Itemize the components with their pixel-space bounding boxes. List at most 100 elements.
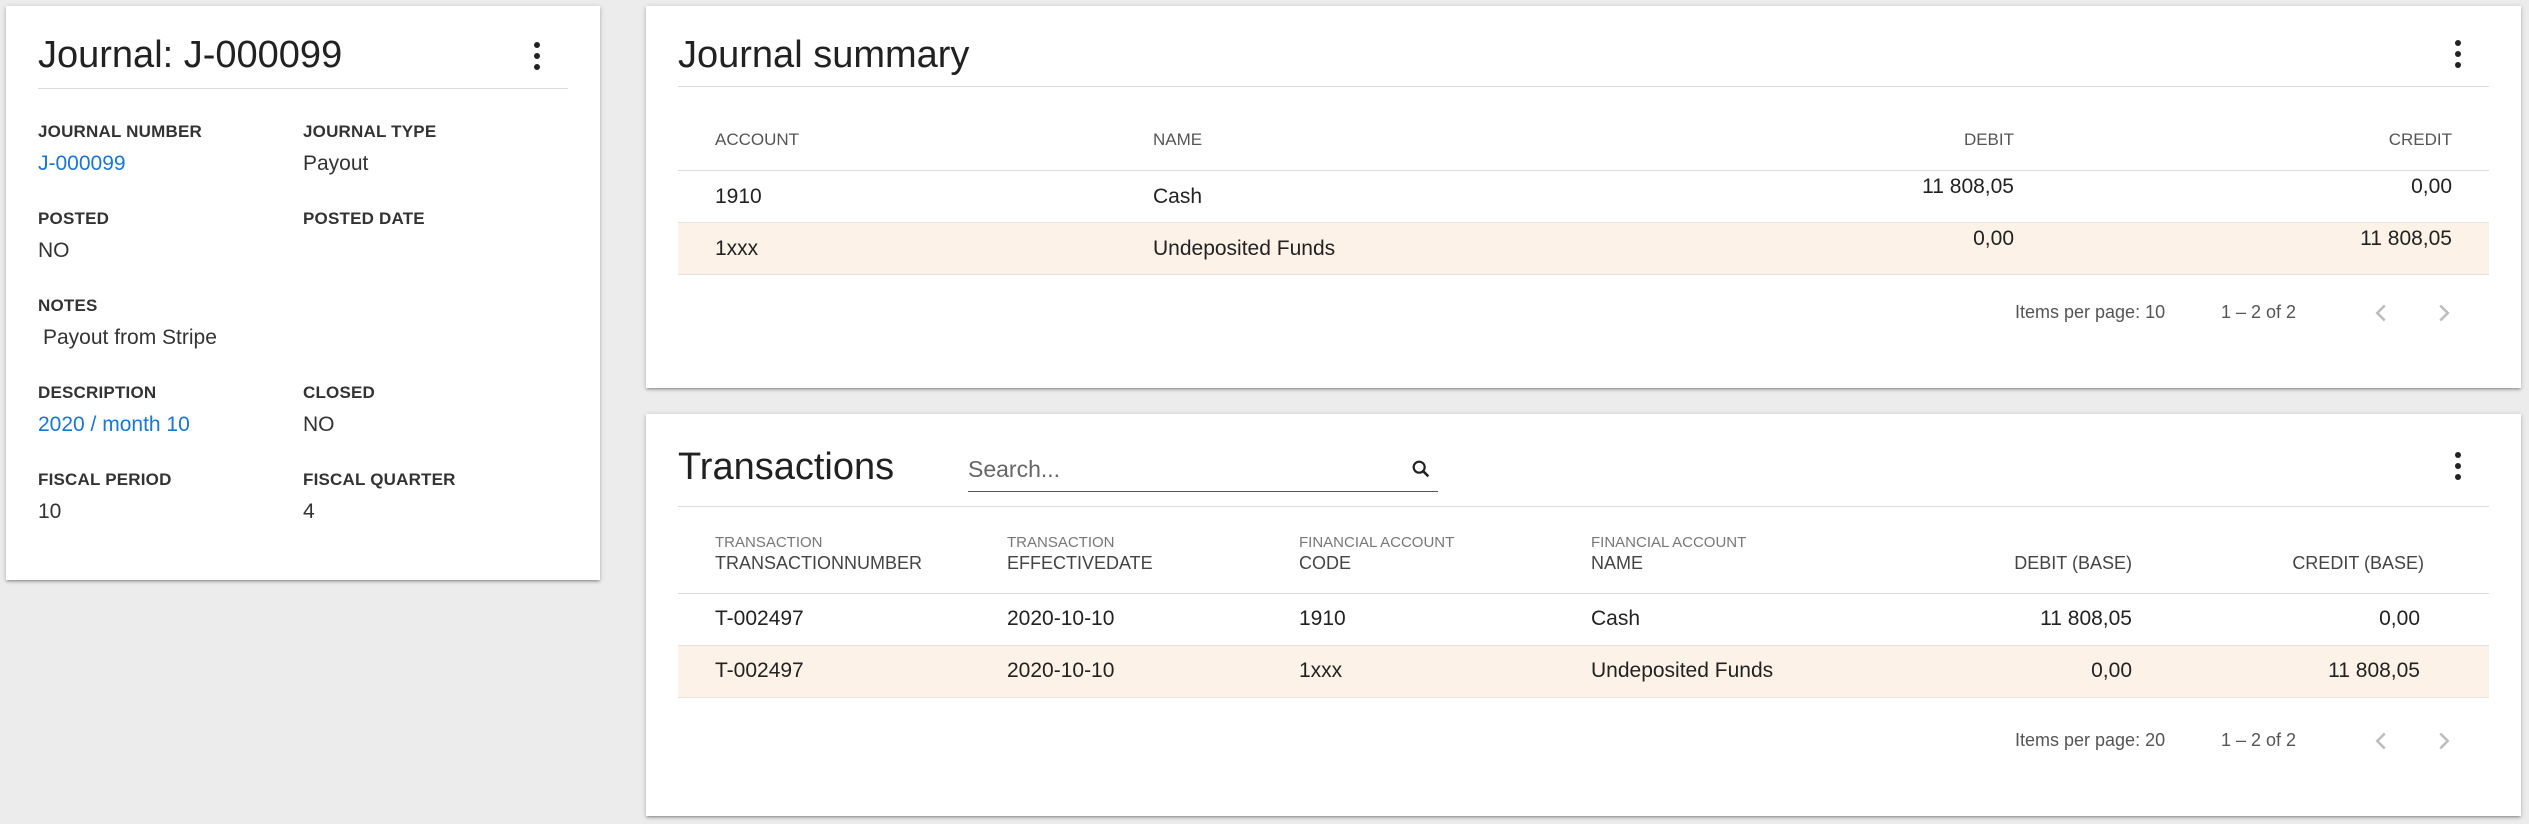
field-value: Payout <box>303 152 369 175</box>
cell-credit-base: 0,00 <box>2379 607 2420 630</box>
cell-transaction-number: T-002497 <box>715 659 804 682</box>
more-vert-icon[interactable] <box>2446 448 2470 484</box>
table-header: TRANSACTION TRANSACTIONNUMBER TRANSACTIO… <box>678 524 2489 594</box>
field-journal-type: JOURNAL TYPE Payout <box>303 122 436 176</box>
transactions-card: Transactions TRANSACTION TRANSACTIONNUMB… <box>646 414 2521 816</box>
field-value: Payout from Stripe <box>43 326 217 349</box>
more-vert-icon[interactable] <box>525 38 549 74</box>
journal-summary-card: Journal summary ACCOUNT NAME DEBIT CREDI… <box>646 6 2521 388</box>
cell-fa-name: Cash <box>1591 607 1641 630</box>
chevron-right-icon[interactable] <box>2429 726 2459 756</box>
column-header-group: TRANSACTION <box>1007 534 1115 551</box>
page-range-label: 1 – 2 of 2 <box>2221 730 2297 750</box>
column-header-fa-code[interactable]: FINANCIAL ACCOUNT CODE <box>1299 534 1454 574</box>
cell-debit: 0,00 <box>1973 227 2014 250</box>
cell-fa-code: 1910 <box>1299 607 1346 630</box>
journal-number-link[interactable]: J-000099 <box>38 152 202 176</box>
field-journal-number: JOURNAL NUMBER J-000099 <box>38 122 202 176</box>
column-header-label: TRANSACTIONNUMBER <box>715 553 923 573</box>
cell-name: Cash <box>1153 185 1203 208</box>
journal-title: Journal: J-000099 <box>38 34 343 76</box>
page-range-label: 1 – 2 of 2 <box>2221 302 2297 322</box>
column-header-label: EFFECTIVEDATE <box>1007 553 1153 573</box>
column-header-label: DEBIT (BASE) <box>2014 553 2132 573</box>
field-closed: CLOSED NO <box>303 383 375 437</box>
field-description: DESCRIPTION 2020 / month 10 <box>38 383 190 437</box>
table-row[interactable]: T-002497 2020-10-10 1910 Cash 11 808,05 … <box>678 594 2489 646</box>
journal-summary-title: Journal summary <box>678 34 970 76</box>
column-header-effective-date[interactable]: TRANSACTION EFFECTIVEDATE <box>1007 534 1153 574</box>
field-fiscal-period: FISCAL PERIOD 10 <box>38 470 172 524</box>
cell-effective-date: 2020-10-10 <box>1007 607 1115 630</box>
field-value <box>303 239 425 263</box>
search-field <box>968 450 1438 492</box>
column-header-credit[interactable]: CREDIT <box>2389 130 2452 150</box>
divider <box>38 88 568 89</box>
cell-credit-base: 11 808,05 <box>2328 659 2420 682</box>
cell-debit: 11 808,05 <box>1922 175 2014 198</box>
cell-debit-base: 0,00 <box>2091 659 2132 682</box>
column-header-credit-base[interactable]: CREDIT (BASE) <box>2292 552 2424 574</box>
column-header-group: FINANCIAL ACCOUNT <box>1591 534 1747 551</box>
column-header-label: CREDIT (BASE) <box>2292 553 2424 573</box>
paginator: Items per page: 20 1 – 2 of 2 <box>646 724 2521 764</box>
chevron-right-icon[interactable] <box>2429 298 2459 328</box>
more-vert-icon[interactable] <box>2446 36 2470 72</box>
cell-name: Undeposited Funds <box>1153 237 1336 260</box>
divider <box>678 506 2489 507</box>
cell-effective-date: 2020-10-10 <box>1007 659 1115 682</box>
items-per-page-label[interactable]: Items per page: 10 <box>2015 302 2165 323</box>
divider <box>678 86 2489 87</box>
cell-account: 1910 <box>715 185 762 208</box>
field-posted-date: POSTED DATE <box>303 209 425 263</box>
transactions-title: Transactions <box>678 446 895 488</box>
journal-summary-table: ACCOUNT NAME DEBIT CREDIT 1910 Cash 11 8… <box>678 116 2489 275</box>
field-value: NO <box>303 413 335 436</box>
description-link[interactable]: 2020 / month 10 <box>38 413 190 437</box>
transactions-table: TRANSACTION TRANSACTIONNUMBER TRANSACTIO… <box>678 524 2489 698</box>
table-row[interactable]: T-002497 2020-10-10 1xxx Undeposited Fun… <box>678 646 2489 698</box>
search-input[interactable] <box>968 454 1388 484</box>
cell-fa-code: 1xxx <box>1299 659 1343 682</box>
table-row[interactable]: 1xxx Undeposited Funds 0,00 11 808,05 <box>678 223 2489 275</box>
field-label: CLOSED <box>303 383 376 402</box>
cell-account: 1xxx <box>715 237 759 260</box>
field-value: 10 <box>38 500 62 523</box>
field-label: POSTED <box>38 209 110 228</box>
table-row[interactable]: 1910 Cash 11 808,05 0,00 <box>678 171 2489 223</box>
items-per-page-label[interactable]: Items per page: 20 <box>2015 730 2165 751</box>
chevron-left-icon[interactable] <box>2366 298 2396 328</box>
field-label: FISCAL QUARTER <box>303 470 456 489</box>
field-label: NOTES <box>38 296 98 315</box>
column-header-group: TRANSACTION <box>715 534 823 551</box>
journal-card: Journal: J-000099 JOURNAL NUMBER J-00009… <box>6 6 600 580</box>
column-header-name[interactable]: NAME <box>1153 130 1202 150</box>
cell-debit-base: 11 808,05 <box>2040 607 2132 630</box>
cell-credit: 0,00 <box>2411 175 2452 198</box>
column-header-account[interactable]: ACCOUNT <box>715 130 799 150</box>
cell-transaction-number: T-002497 <box>715 607 804 630</box>
field-value: NO <box>38 239 70 262</box>
paginator: Items per page: 10 1 – 2 of 2 <box>646 296 2521 336</box>
field-label: JOURNAL NUMBER <box>38 122 202 141</box>
field-label: POSTED DATE <box>303 209 425 228</box>
field-notes: NOTES Payout from Stripe <box>38 296 217 350</box>
search-icon[interactable] <box>1410 458 1432 480</box>
cell-fa-name: Undeposited Funds <box>1591 659 1774 682</box>
field-label: FISCAL PERIOD <box>38 470 172 489</box>
field-value: 4 <box>303 500 315 523</box>
field-fiscal-quarter: FISCAL QUARTER 4 <box>303 470 456 524</box>
field-label: DESCRIPTION <box>38 383 157 402</box>
column-header-debit[interactable]: DEBIT <box>1964 130 2014 150</box>
column-header-label: NAME <box>1591 553 1644 573</box>
column-header-label: CODE <box>1299 553 1352 573</box>
column-header-group: FINANCIAL ACCOUNT <box>1299 534 1455 551</box>
column-header-fa-name[interactable]: FINANCIAL ACCOUNT NAME <box>1591 534 1746 574</box>
cell-credit: 11 808,05 <box>2360 227 2452 250</box>
field-posted: POSTED NO <box>38 209 109 263</box>
column-header-transaction-number[interactable]: TRANSACTION TRANSACTIONNUMBER <box>715 534 922 574</box>
table-header: ACCOUNT NAME DEBIT CREDIT <box>678 116 2489 171</box>
field-label: JOURNAL TYPE <box>303 122 437 141</box>
chevron-left-icon[interactable] <box>2366 726 2396 756</box>
column-header-debit-base[interactable]: DEBIT (BASE) <box>2014 552 2132 574</box>
